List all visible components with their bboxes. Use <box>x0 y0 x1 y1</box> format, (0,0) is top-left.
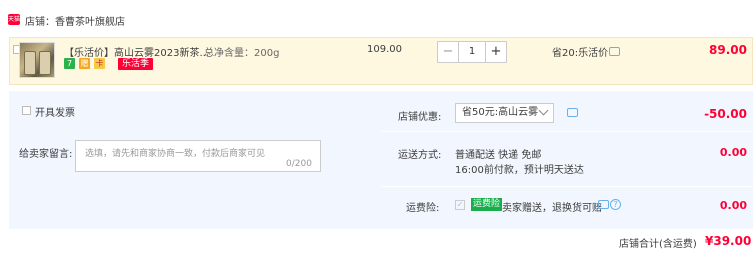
insurance-badge: 运费险 <box>471 198 503 211</box>
unit-price: 109.00 <box>367 44 402 55</box>
quantity-input[interactable]: 1 <box>459 41 485 63</box>
divider <box>381 186 753 187</box>
card-icon: 卡 <box>94 58 105 69</box>
shipping-method: 普通配送 快递 免邮 <box>455 150 542 161</box>
chat-bubble-icon[interactable] <box>598 200 609 209</box>
quantity-stepper: − 1 + <box>437 41 507 63</box>
chat-bubble-icon[interactable] <box>567 108 578 117</box>
insurance-fee: 0.00 <box>719 199 747 212</box>
store-name-link[interactable]: 店铺：香曹茶叶旗舰店 <box>25 13 125 28</box>
gift-icon: 赠 <box>79 58 90 69</box>
help-icon[interactable]: ? <box>610 199 621 210</box>
delivery-estimate: 16:00前付款，预计明天送达 <box>455 165 584 176</box>
product-title-link[interactable]: 【乐活价】高山云雾2023新茶... <box>64 44 209 59</box>
shipping-label: 运送方式: <box>398 150 442 161</box>
coupon-discount: -50.00 <box>704 107 747 121</box>
store-total-amount: ¥39.00 <box>705 234 752 248</box>
message-placeholder: 选填，请先和商家协商一致，付款后商家可见 <box>85 149 266 159</box>
savings-note: 省20:乐活价 <box>552 48 609 59</box>
store-total-label: 店铺合计(含运费) <box>619 239 697 250</box>
jar-image <box>24 51 36 75</box>
message-label: 给卖家留言: <box>19 149 73 160</box>
seven-day-return-icon: 7 <box>64 58 75 69</box>
product-sku: 总净含量：200g <box>204 48 280 59</box>
message-char-counter: 0/200 <box>286 159 312 169</box>
jar-image <box>39 51 51 75</box>
chat-bubble-icon[interactable] <box>609 47 620 56</box>
insurance-text: 卖家赠送，退换货可赔 <box>502 203 602 214</box>
invoice-label: 开具发票 <box>35 108 75 119</box>
invoice-checkbox[interactable] <box>22 106 31 115</box>
coupon-select[interactable]: 省50元:高山云雾 <box>455 103 554 123</box>
increase-button[interactable]: + <box>485 41 507 63</box>
divider <box>381 131 753 132</box>
product-thumbnail[interactable] <box>19 42 55 78</box>
promo-tag: 乐活季 <box>118 58 154 70</box>
item-total-price: 89.00 <box>709 43 747 57</box>
shipping-fee: 0.00 <box>719 146 747 159</box>
decrease-button[interactable]: − <box>437 41 459 63</box>
insurance-label: 运费险: <box>406 203 440 214</box>
coupon-label: 店铺优惠: <box>398 112 442 123</box>
tmall-badge-icon: 天猫 <box>8 14 21 25</box>
insurance-checkbox: ✓ <box>455 200 465 210</box>
